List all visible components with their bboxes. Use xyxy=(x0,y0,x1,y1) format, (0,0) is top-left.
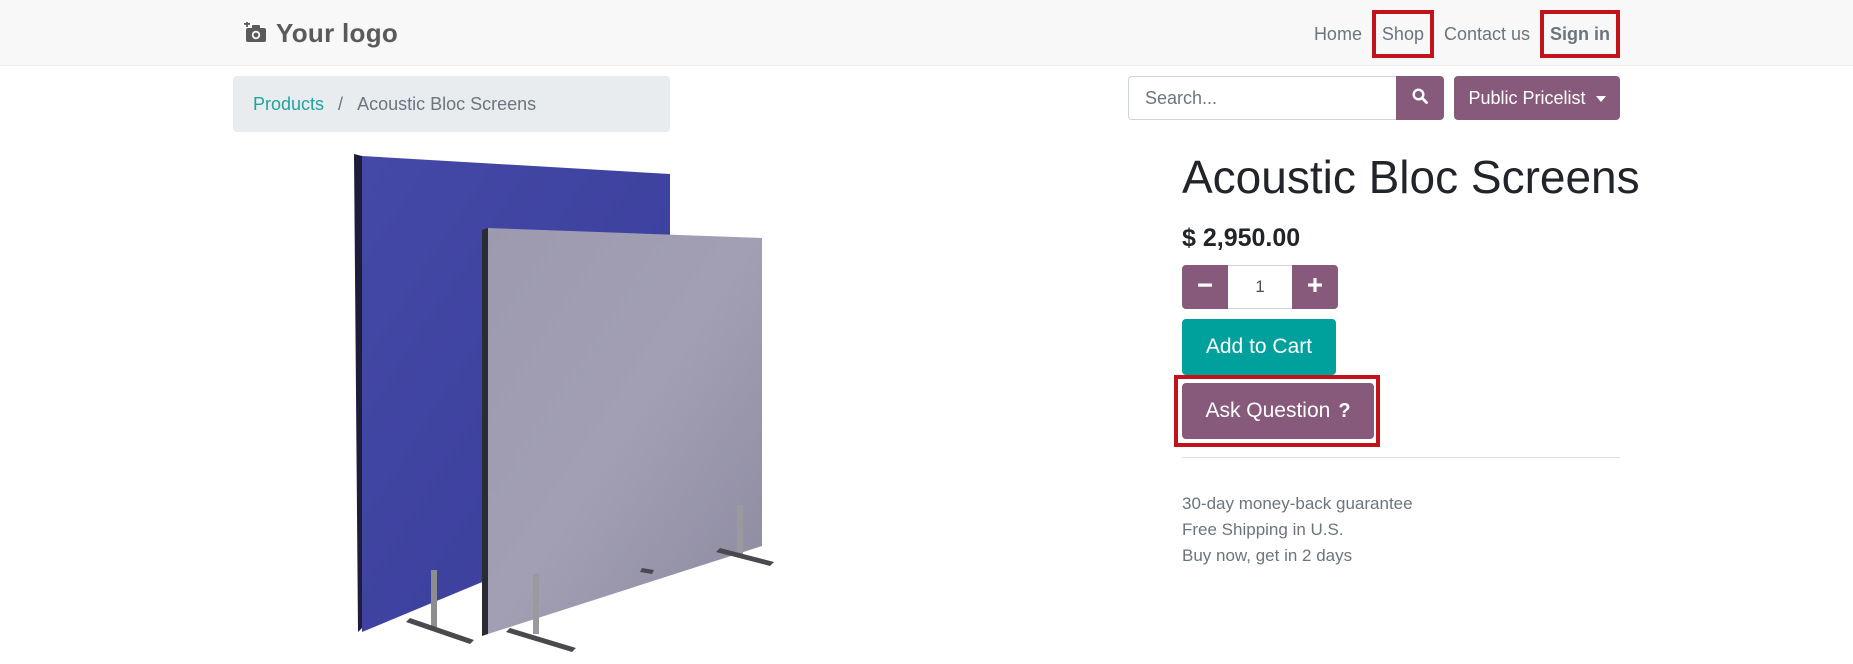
product-price: $ 2,950.00 xyxy=(1182,224,1301,252)
main-nav: Home Shop Contact us Sign in xyxy=(1304,10,1620,58)
search-icon xyxy=(1412,87,1428,109)
product-image xyxy=(330,148,800,654)
question-mark-icon: ? xyxy=(1338,399,1351,422)
plus-icon xyxy=(1308,277,1322,297)
breadcrumb-current: Acoustic Bloc Screens xyxy=(357,93,537,114)
perk-item: Free Shipping in U.S. xyxy=(1182,520,1344,539)
product-title: Acoustic Bloc Screens xyxy=(1182,151,1640,203)
top-navbar: Your logo Home Shop Contact us Sign in xyxy=(0,0,1853,66)
nav-home[interactable]: Home xyxy=(1304,10,1372,58)
breadcrumb: Products / Acoustic Bloc Screens xyxy=(233,76,670,132)
quantity-increase-button[interactable] xyxy=(1292,265,1338,309)
nav-sign-in[interactable]: Sign in xyxy=(1540,10,1620,58)
quantity-decrease-button[interactable] xyxy=(1182,265,1228,309)
logo-text: Your logo xyxy=(276,17,399,48)
add-to-cart-button[interactable]: Add to Cart xyxy=(1182,319,1336,375)
search-form xyxy=(1128,76,1444,120)
nav-contact-us[interactable]: Contact us xyxy=(1434,10,1540,58)
caret-down-icon xyxy=(1595,96,1606,102)
product-perks: 30-day money-back guarantee Free Shippin… xyxy=(1182,491,1413,569)
perk-item: 30-day money-back guarantee xyxy=(1182,494,1413,513)
perk-item: Buy now, get in 2 days xyxy=(1182,546,1353,565)
camera-add-icon xyxy=(244,21,268,44)
breadcrumb-products-link[interactable]: Products xyxy=(253,94,324,115)
nav-shop[interactable]: Shop xyxy=(1371,10,1434,58)
divider xyxy=(1182,457,1620,458)
breadcrumb-separator: / xyxy=(338,93,344,114)
site-logo[interactable]: Your logo xyxy=(244,16,398,50)
ask-question-button[interactable]: Ask Question ? xyxy=(1182,383,1374,439)
search-button[interactable] xyxy=(1396,76,1444,120)
minus-icon xyxy=(1198,278,1212,297)
pricelist-dropdown[interactable]: Public Pricelist xyxy=(1454,76,1620,120)
quantity-input[interactable] xyxy=(1228,265,1292,309)
quantity-stepper xyxy=(1182,265,1338,309)
search-input[interactable] xyxy=(1128,76,1396,120)
ask-question-label: Ask Question xyxy=(1205,399,1331,422)
pricelist-label: Public Pricelist xyxy=(1468,87,1586,108)
